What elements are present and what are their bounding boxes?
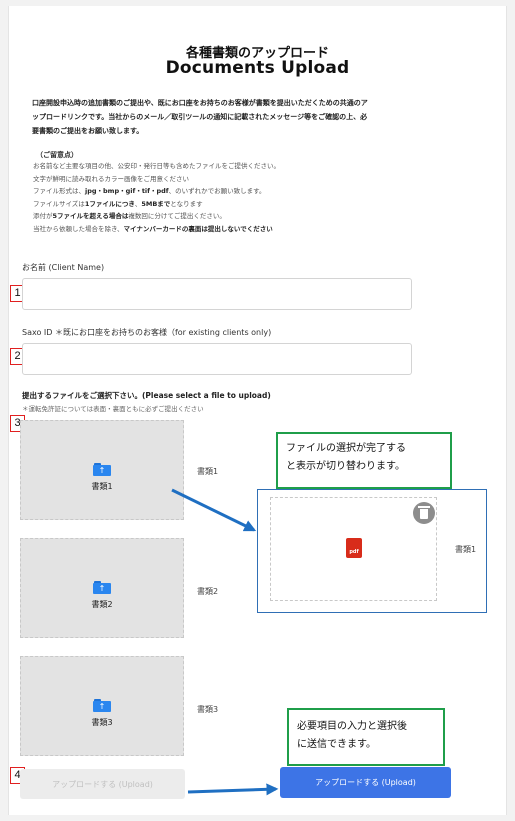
annotation-arrows xyxy=(171,488,279,796)
arrow-to-submit xyxy=(187,783,279,796)
arrow-to-preview xyxy=(171,488,257,532)
